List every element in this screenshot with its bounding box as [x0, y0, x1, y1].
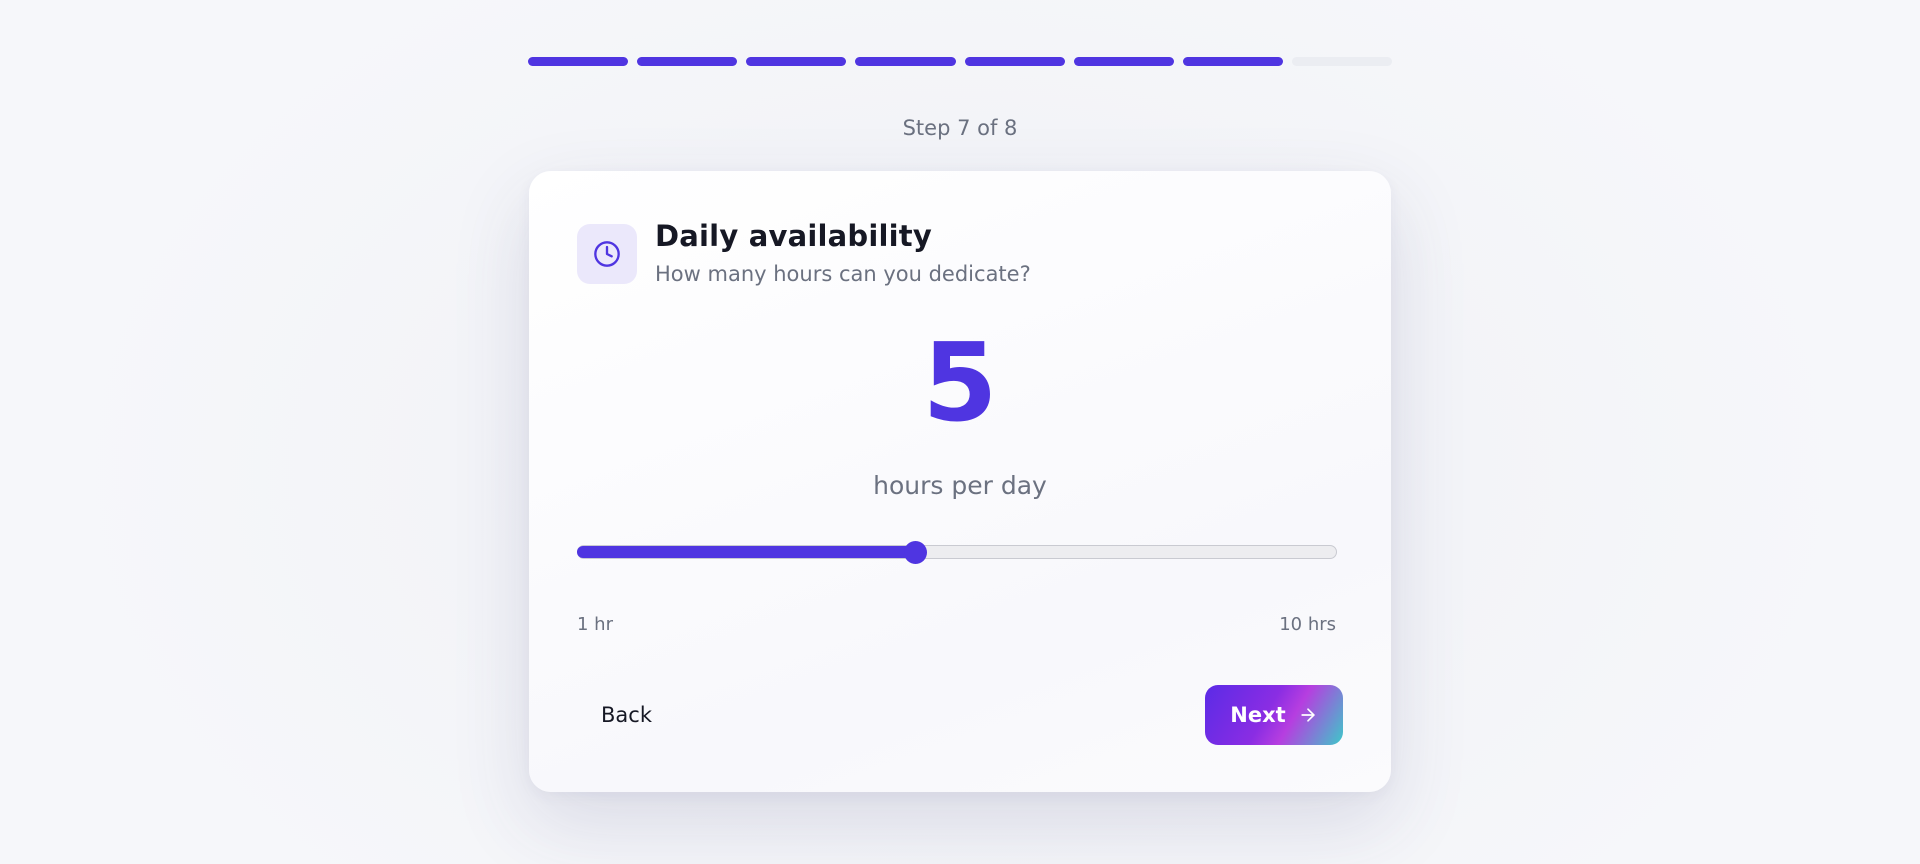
slider-thumb[interactable] — [904, 541, 927, 564]
card-title: Daily availability — [655, 219, 932, 253]
progress-segment — [1291, 57, 1392, 66]
arrow-right-icon — [1301, 708, 1315, 722]
card-subtitle: How many hours can you dedicate? — [655, 262, 1031, 286]
clock-icon — [594, 241, 620, 267]
step-progress-bar — [528, 57, 1392, 66]
clock-icon-badge — [577, 224, 637, 284]
progress-segment — [1182, 57, 1283, 66]
onboarding-page: Step 7 of 8 Daily availability How many … — [0, 0, 1920, 864]
progress-segment — [964, 57, 1065, 66]
progress-segment — [855, 57, 956, 66]
slider-min-label: 1 hr — [577, 614, 613, 635]
hours-unit-label: hours per day — [873, 471, 1047, 500]
progress-segment — [637, 57, 738, 66]
progress-segment — [528, 57, 629, 66]
progress-segment — [1073, 57, 1174, 66]
progress-segment — [746, 57, 847, 66]
question-card: Daily availability How many hours can yo… — [529, 171, 1391, 792]
next-button-label: Next — [1230, 703, 1286, 727]
selected-hours-value: 5 — [922, 321, 998, 446]
slider-max-label: 10 hrs — [1279, 614, 1336, 635]
hours-slider[interactable] — [577, 541, 1337, 564]
next-button[interactable]: Next — [1205, 685, 1343, 745]
back-button[interactable]: Back — [577, 685, 676, 745]
step-indicator: Step 7 of 8 — [902, 116, 1018, 140]
slider-fill — [577, 546, 916, 558]
